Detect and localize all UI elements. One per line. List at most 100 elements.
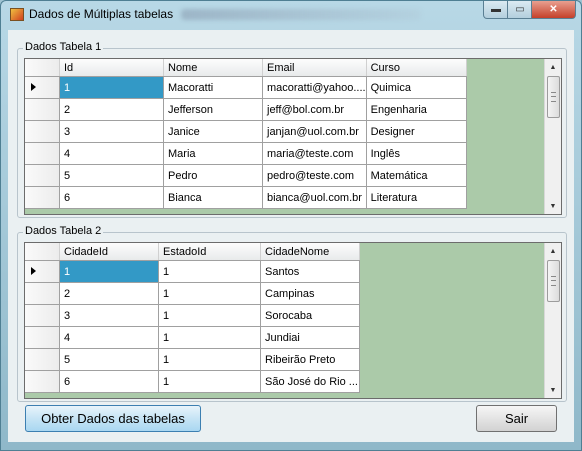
grip-icon (551, 276, 556, 286)
table-row[interactable]: 2 1 Campinas (25, 282, 360, 305)
grip-icon (551, 92, 556, 102)
row-header[interactable] (25, 326, 60, 349)
scroll-up-icon[interactable]: ▲ (545, 243, 561, 259)
column-header[interactable]: Curso (366, 59, 467, 77)
table-row[interactable]: 3 Janice janjan@uol.com.br Designer (25, 120, 467, 143)
table-row[interactable]: 4 1 Jundiai (25, 326, 360, 349)
table-cell[interactable]: 2 (59, 282, 159, 305)
column-header[interactable]: EstadoId (158, 243, 261, 261)
table-row[interactable]: 1 Macoratti macoratti@yahoo.... Quimica (25, 76, 467, 99)
table-row[interactable]: 3 1 Sorocaba (25, 304, 360, 327)
table-cell[interactable]: 1 (59, 260, 159, 283)
table-cell[interactable]: Bianca (163, 186, 263, 209)
table-row[interactable]: 5 Pedro pedro@teste.com Matemática (25, 164, 467, 187)
table-cell[interactable]: Literatura (366, 186, 467, 209)
table-cell[interactable]: janjan@uol.com.br (262, 120, 367, 143)
table-cell[interactable]: 6 (59, 370, 159, 393)
table-cell[interactable]: 4 (59, 326, 159, 349)
corner-header[interactable] (25, 243, 60, 261)
table-cell[interactable]: Ribeirão Preto (260, 348, 360, 371)
row-header[interactable] (25, 348, 60, 371)
row-header[interactable] (25, 76, 60, 99)
row-header[interactable] (25, 98, 60, 121)
table-cell[interactable]: Campinas (260, 282, 360, 305)
table-cell[interactable]: Janice (163, 120, 263, 143)
table-cell[interactable]: 5 (59, 164, 164, 187)
table-cell[interactable]: bianca@uol.com.br (262, 186, 367, 209)
table-cell[interactable]: macoratti@yahoo.... (262, 76, 367, 99)
table-cell[interactable]: Engenharia (366, 98, 467, 121)
minimize-button[interactable]: ▬ (483, 1, 509, 19)
table-cell[interactable]: Matemática (366, 164, 467, 187)
column-header[interactable]: CidadeNome (260, 243, 360, 261)
header-row: Id Nome Email Curso (25, 59, 467, 77)
scroll-up-icon[interactable]: ▲ (545, 59, 561, 75)
scroll-down-icon[interactable]: ▼ (545, 382, 561, 398)
table-cell[interactable]: 1 (158, 326, 261, 349)
table-cell[interactable]: Jundiai (260, 326, 360, 349)
close-button[interactable]: ✕ (531, 1, 576, 19)
column-header[interactable]: Email (262, 59, 367, 77)
row-header[interactable] (25, 164, 60, 187)
row-header[interactable] (25, 370, 60, 393)
table-cell[interactable]: 5 (59, 348, 159, 371)
row-header[interactable] (25, 260, 60, 283)
table-row[interactable]: 1 1 Santos (25, 260, 360, 283)
maximize-button[interactable]: ▭ (507, 1, 533, 19)
table-cell[interactable]: Pedro (163, 164, 263, 187)
table-cell[interactable]: Santos (260, 260, 360, 283)
table-cell[interactable]: Macoratti (163, 76, 263, 99)
table-cell[interactable]: jeff@bol.com.br (262, 98, 367, 121)
row-header[interactable] (25, 120, 60, 143)
datagrid-table-1[interactable]: Id Nome Email Curso 1 Macoratti macoratt… (24, 58, 562, 215)
exit-button[interactable]: Sair (476, 405, 557, 432)
datagrid-table-2[interactable]: CidadeId EstadoId CidadeNome 1 1 Santos (24, 242, 562, 399)
table-cell[interactable]: 1 (158, 304, 261, 327)
current-row-arrow-icon (31, 267, 36, 275)
header-row: CidadeId EstadoId CidadeNome (25, 243, 360, 261)
corner-header[interactable] (25, 59, 60, 77)
table-cell[interactable]: Designer (366, 120, 467, 143)
table-cell[interactable]: maria@teste.com (262, 142, 367, 165)
table-cell[interactable]: 3 (59, 304, 159, 327)
table-cell[interactable]: 1 (158, 348, 261, 371)
table-cell[interactable]: São José do Rio ... (260, 370, 360, 393)
scroll-thumb[interactable] (547, 260, 560, 302)
column-header[interactable]: Id (59, 59, 164, 77)
table-cell[interactable]: Quimica (366, 76, 467, 99)
row-header[interactable] (25, 282, 60, 305)
table-cell[interactable]: Jefferson (163, 98, 263, 121)
table-cell[interactable]: 1 (158, 370, 261, 393)
table-cell[interactable]: 1 (158, 282, 261, 305)
table-cell[interactable]: 1 (158, 260, 261, 283)
table-cell[interactable]: Sorocaba (260, 304, 360, 327)
vertical-scrollbar[interactable]: ▲ ▼ (544, 243, 561, 398)
table-cell[interactable]: 4 (59, 142, 164, 165)
table-cell[interactable]: 1 (59, 76, 164, 99)
vertical-scrollbar[interactable]: ▲ ▼ (544, 59, 561, 214)
row-header[interactable] (25, 304, 60, 327)
title-bar[interactable]: Dados de Múltiplas tabelas ▬ ▭ ✕ (1, 1, 581, 27)
window-title: Dados de Múltiplas tabelas (29, 7, 174, 21)
table-cell[interactable]: Inglês (366, 142, 467, 165)
column-header[interactable]: Nome (163, 59, 263, 77)
table-row[interactable]: 5 1 Ribeirão Preto (25, 348, 360, 371)
current-row-arrow-icon (31, 83, 36, 91)
table-row[interactable]: 2 Jefferson jeff@bol.com.br Engenharia (25, 98, 467, 121)
row-header[interactable] (25, 186, 60, 209)
table-row[interactable]: 6 Bianca bianca@uol.com.br Literatura (25, 186, 467, 209)
table-row[interactable]: 6 1 São José do Rio ... (25, 370, 360, 393)
groupbox-table-1: Dados Tabela 1 Id Nome Email Curso 1 Mac… (17, 41, 567, 218)
groupbox-label: Dados Tabela 2 (23, 225, 104, 237)
table-cell[interactable]: 3 (59, 120, 164, 143)
table-cell[interactable]: Maria (163, 142, 263, 165)
table-cell[interactable]: pedro@teste.com (262, 164, 367, 187)
table-cell[interactable]: 6 (59, 186, 164, 209)
row-header[interactable] (25, 142, 60, 165)
table-row[interactable]: 4 Maria maria@teste.com Inglês (25, 142, 467, 165)
fetch-data-button[interactable]: Obter Dados das tabelas (25, 405, 201, 432)
scroll-down-icon[interactable]: ▼ (545, 198, 561, 214)
table-cell[interactable]: 2 (59, 98, 164, 121)
scroll-thumb[interactable] (547, 76, 560, 118)
column-header[interactable]: CidadeId (59, 243, 159, 261)
